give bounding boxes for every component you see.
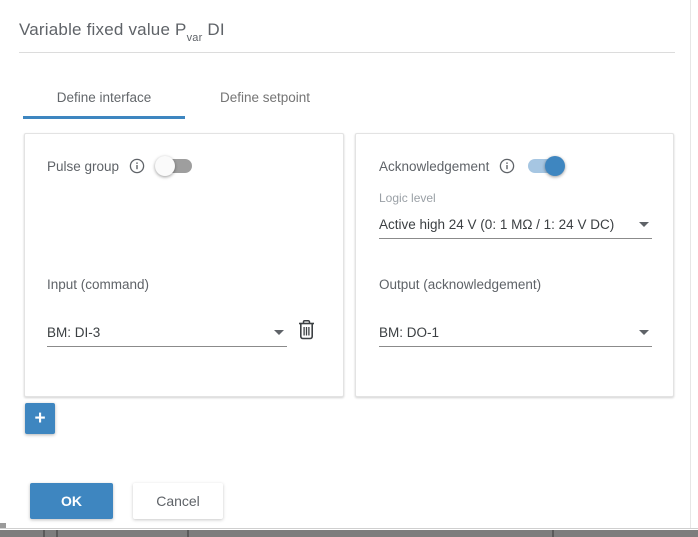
pulse-group-toggle[interactable] — [155, 155, 195, 177]
plus-icon: + — [34, 408, 45, 429]
dropdown-arrow-icon — [639, 330, 649, 335]
variable-fixed-value-dialog: Variable fixed value Pvar DI Define inte… — [0, 0, 698, 537]
dialog-title: Variable fixed value Pvar DI — [19, 20, 225, 42]
pulse-group-label: Pulse group — [47, 159, 119, 174]
input-command-select[interactable]: BM: DI-3 — [47, 318, 287, 347]
dropdown-arrow-icon — [639, 222, 649, 227]
ok-button[interactable]: OK — [30, 483, 113, 519]
info-icon[interactable] — [499, 158, 515, 174]
pulse-group-row: Pulse group — [47, 154, 195, 178]
background-grid-line — [43, 530, 45, 537]
acknowledgement-row: Acknowledgement — [379, 154, 565, 178]
logic-level-select[interactable]: Active high 24 V (0: 1 MΩ / 1: 24 V DC) — [379, 210, 652, 239]
dialog-title-prefix: Variable fixed value P — [19, 20, 187, 39]
interface-output-card: Acknowledgement Logic level Active high … — [355, 133, 674, 397]
output-ack-label: Output (acknowledgement) — [379, 277, 541, 292]
info-icon[interactable] — [129, 158, 145, 174]
input-command-label: Input (command) — [47, 277, 149, 292]
background-grid-line — [552, 530, 554, 537]
dropdown-arrow-icon — [274, 330, 284, 335]
logic-level-label: Logic level — [379, 191, 436, 205]
interface-input-card: Pulse group Input (command) BM: DI-3 — [24, 133, 344, 397]
active-tab-indicator — [23, 116, 185, 119]
output-ack-select[interactable]: BM: DO-1 — [379, 318, 652, 347]
dialog-title-subscript: var — [187, 32, 203, 44]
tab-bar: Define interface Define setpoint — [23, 80, 345, 119]
background-grid-line — [187, 530, 189, 537]
acknowledgement-label: Acknowledgement — [379, 159, 489, 174]
title-divider — [19, 52, 675, 53]
toggle-knob — [155, 156, 175, 176]
dialog-title-suffix: DI — [202, 20, 224, 39]
toggle-knob — [545, 156, 565, 176]
background-table-row-fragment — [0, 530, 698, 537]
output-ack-value: BM: DO-1 — [379, 325, 439, 340]
add-interface-button[interactable]: + — [25, 403, 55, 434]
background-divider — [0, 528, 698, 529]
background-grid-line — [56, 530, 58, 537]
input-command-value: BM: DI-3 — [47, 325, 100, 340]
tab-define-interface[interactable]: Define interface — [23, 80, 185, 119]
cancel-button[interactable]: Cancel — [133, 483, 223, 519]
dialog-right-border — [690, 0, 691, 528]
acknowledgement-toggle[interactable] — [525, 155, 565, 177]
logic-level-value: Active high 24 V (0: 1 MΩ / 1: 24 V DC) — [379, 217, 614, 232]
trash-icon[interactable] — [295, 319, 317, 341]
tab-define-setpoint[interactable]: Define setpoint — [185, 80, 345, 119]
